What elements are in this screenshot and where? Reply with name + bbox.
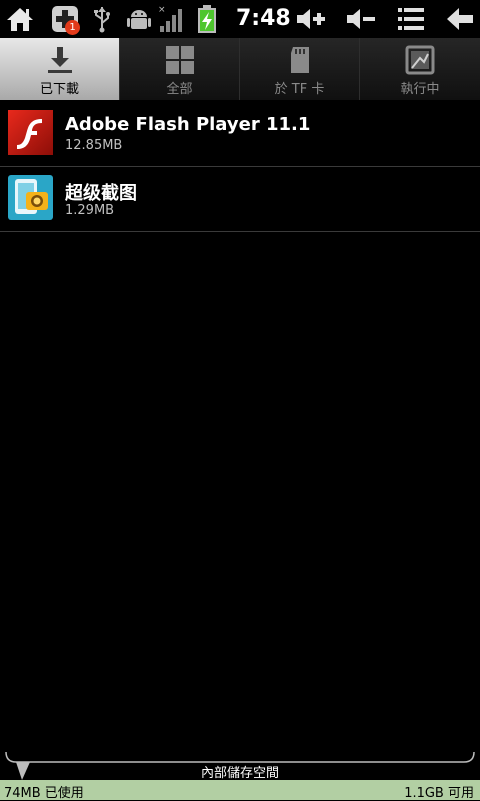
tab-running[interactable]: 執行中 [360,38,480,100]
tab-downloaded[interactable]: 已下載 [0,38,120,100]
tab-sd-card[interactable]: 於 TF 卡 [240,38,360,100]
menu-icon[interactable] [396,3,426,35]
running-apps-icon [405,45,435,75]
storage-label: 內部儲存空間 [200,766,279,781]
status-bar: 1 × 7:48 [0,0,480,38]
volume-down-icon[interactable] [344,3,378,35]
home-icon[interactable] [2,3,38,35]
battery-charging-icon [194,3,220,35]
signal-icon: × [156,3,184,35]
app-list: Adobe Flash Player 11.1 12.85MB 超级截图 1.2… [0,102,480,232]
app-size: 12.85MB [65,138,123,153]
volume-up-icon[interactable] [294,3,328,35]
tab-label: 執行中 [400,82,440,97]
tab-label: 已下載 [39,82,79,97]
back-icon[interactable] [444,3,476,35]
svg-text:×: × [158,5,166,15]
list-item[interactable]: 超级截图 1.29MB [0,167,480,232]
grid-icon [166,46,194,74]
storage-free: 1.1GB 可用 [404,786,474,801]
app-name: 超级截图 [65,183,137,204]
tab-label: 於 TF 卡 [274,82,325,97]
notification-badge: 1 [65,20,80,35]
screenshot-app-icon [8,175,53,220]
storage-bar: 74MB 已使用 1.1GB 可用 [0,780,480,801]
tab-label: 全部 [166,82,193,97]
tab-bar: 已下載 全部 於 TF 卡 執行中 [0,38,480,100]
app-size: 1.29MB [65,203,115,218]
flash-player-icon [8,110,53,155]
sd-card-icon [291,47,309,73]
app-name: Adobe Flash Player 11.1 [65,114,311,135]
list-item[interactable]: Adobe Flash Player 11.1 12.85MB [0,102,480,167]
android-debug-icon [124,3,154,35]
download-icon [48,47,72,73]
storage-used: 74MB 已使用 [4,786,84,801]
clock: 7:48 [236,6,291,31]
storage-section: 內部儲存空間 [0,752,480,781]
tab-all[interactable]: 全部 [120,38,240,100]
usb-icon [88,3,116,35]
